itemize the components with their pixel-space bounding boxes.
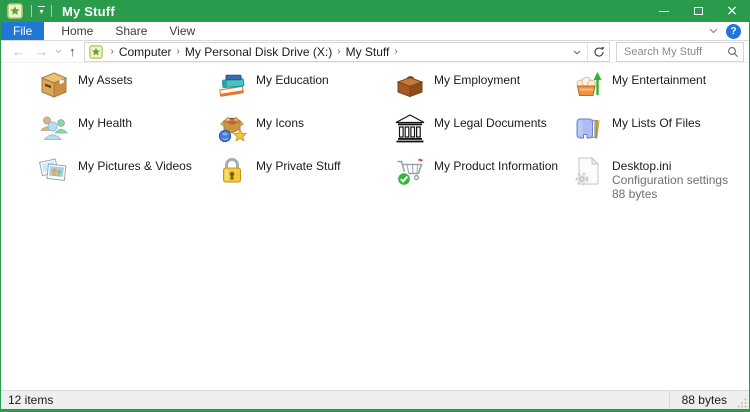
- tile-label: My Product Information: [434, 159, 559, 173]
- file-list-area: My Assets My Education My Employment My …: [1, 63, 749, 390]
- open-box-icon: [218, 116, 248, 143]
- settings-file-icon: [575, 156, 600, 186]
- photos-icon: [39, 158, 67, 181]
- breadcrumb-separator: ›: [394, 46, 398, 57]
- tile-label: Desktop.ini: [612, 159, 672, 173]
- tile-label: My Health: [78, 116, 133, 130]
- file-size-text: 88 bytes: [612, 187, 658, 201]
- popcorn-icon: [576, 72, 602, 96]
- tile-desktop-ini[interactable]: Desktop.ini Configuration settings 88 by…: [572, 155, 749, 201]
- books-icon: [219, 74, 245, 97]
- tab-home[interactable]: Home: [50, 22, 104, 40]
- tile-label: My Icons: [256, 116, 305, 130]
- tile-my-lists-of-files[interactable]: My Lists Of Files: [572, 112, 749, 155]
- help-button[interactable]: ?: [726, 23, 741, 39]
- tile-label: My Education: [256, 73, 329, 87]
- status-bar: 12 items 88 bytes: [1, 390, 749, 409]
- recent-locations-icon[interactable]: [53, 45, 64, 58]
- folder-files-icon: [576, 118, 600, 139]
- box-icon: [40, 72, 68, 98]
- breadcrumb-separator: ›: [110, 46, 114, 57]
- title-bar: ▾ My Stuff ×: [1, 0, 749, 22]
- tile-label: My Pictures & Videos: [78, 159, 192, 173]
- tile-my-entertainment[interactable]: My Entertainment: [572, 69, 749, 112]
- tile-my-legal-documents[interactable]: My Legal Documents: [394, 112, 572, 155]
- minimize-button[interactable]: [647, 0, 681, 22]
- breadcrumb-drive[interactable]: My Personal Disk Drive (X:): [185, 45, 332, 59]
- maximize-icon: [693, 7, 703, 15]
- minimize-icon: [659, 10, 669, 12]
- tab-view[interactable]: View: [158, 22, 206, 40]
- tiles-grid: My Assets My Education My Employment My …: [38, 69, 749, 201]
- refresh-icon: [593, 46, 604, 57]
- separator: [31, 5, 32, 17]
- address-dropdown-icon[interactable]: [567, 47, 587, 57]
- selection-size: 88 bytes: [681, 393, 727, 407]
- tile-my-private-stuff[interactable]: My Private Stuff: [216, 155, 394, 198]
- folder-star-icon: [88, 44, 103, 59]
- close-icon: ×: [726, 3, 738, 19]
- navigation-bar: ← → ↑ › Computer › My Personal Disk Driv…: [1, 41, 749, 63]
- chevron-down-icon: [709, 28, 718, 34]
- back-button[interactable]: ←: [7, 45, 30, 58]
- breadcrumb-computer[interactable]: Computer: [119, 45, 172, 59]
- forward-button[interactable]: →: [30, 45, 53, 58]
- search-box[interactable]: [616, 41, 744, 62]
- tile-label: My Employment: [434, 73, 521, 87]
- tile-my-icons[interactable]: My Icons: [216, 112, 394, 155]
- tile-label: My Entertainment: [612, 73, 707, 87]
- window-title: My Stuff: [62, 3, 115, 19]
- resize-grip[interactable]: [737, 398, 747, 408]
- tile-label: My Assets: [78, 73, 133, 87]
- briefcase-icon: [396, 76, 424, 98]
- search-icon[interactable]: [727, 46, 739, 58]
- refresh-button[interactable]: [587, 42, 609, 61]
- breadcrumb-my-stuff[interactable]: My Stuff: [346, 45, 390, 59]
- tile-label: My Lists Of Files: [612, 116, 701, 130]
- tile-label: My Legal Documents: [434, 116, 547, 130]
- my-stuff-folder-icon[interactable]: [7, 3, 23, 19]
- tile-my-employment[interactable]: My Employment: [394, 69, 572, 112]
- tab-share[interactable]: Share: [104, 22, 158, 40]
- expand-ribbon-button[interactable]: [701, 22, 726, 40]
- up-button[interactable]: ↑: [64, 45, 81, 58]
- tile-my-assets[interactable]: My Assets: [38, 69, 216, 112]
- tile-label: My Private Stuff: [256, 159, 341, 173]
- maximize-button[interactable]: [681, 0, 715, 22]
- address-bar[interactable]: › Computer › My Personal Disk Drive (X:)…: [83, 41, 610, 62]
- people-icon: [40, 116, 68, 140]
- ribbon-tabs: File Home Share View ?: [1, 22, 749, 41]
- items-count: 12 items: [8, 393, 54, 407]
- tile-my-health[interactable]: My Health: [38, 112, 216, 155]
- bank-icon: [395, 114, 425, 143]
- tab-file[interactable]: File: [1, 22, 45, 40]
- separator: [51, 5, 52, 17]
- tile-my-product-information[interactable]: My Product Information: [394, 155, 572, 198]
- breadcrumb-separator: ›: [337, 46, 341, 57]
- close-button[interactable]: ×: [715, 0, 749, 22]
- quick-access-toolbar-dropdown-icon[interactable]: ▾: [36, 6, 47, 16]
- cart-check-icon: [396, 158, 423, 187]
- file-type-text: Configuration settings: [612, 173, 729, 187]
- breadcrumb-separator: ›: [176, 46, 180, 57]
- tile-my-education[interactable]: My Education: [216, 69, 394, 112]
- explorer-window: ▾ My Stuff × File Home Share View ? ← → …: [0, 0, 750, 412]
- tile-my-pictures-videos[interactable]: My Pictures & Videos: [38, 155, 216, 198]
- search-input[interactable]: [624, 45, 727, 58]
- padlock-icon: [223, 158, 241, 183]
